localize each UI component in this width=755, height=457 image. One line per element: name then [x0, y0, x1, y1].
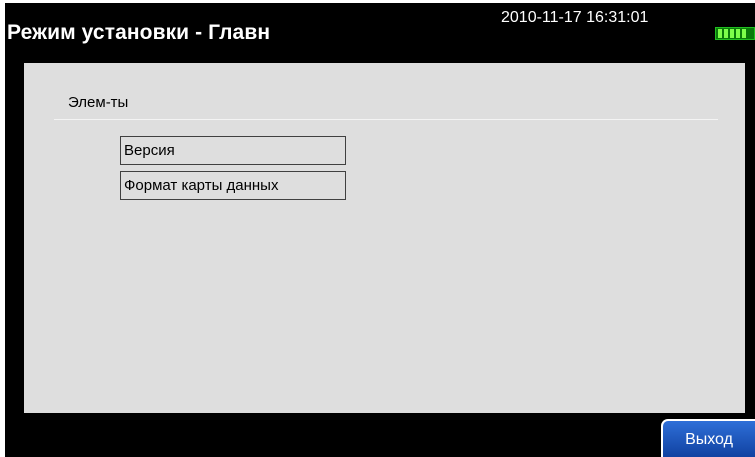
section-divider	[54, 119, 718, 120]
device-screen: Режим установки - Главн 2010-11-17 16:31…	[5, 3, 755, 457]
menu-item-data-card-format[interactable]: Формат карты данных	[120, 171, 346, 200]
page-title: Режим установки - Главн	[7, 21, 271, 44]
menu-item-version[interactable]: Версия	[120, 136, 346, 165]
main-panel: Элем-ты Версия Формат карты данных	[24, 63, 745, 413]
exit-button[interactable]: Выход	[661, 419, 755, 457]
battery-full-icon	[715, 27, 755, 40]
section-label: Элем-ты	[68, 94, 129, 111]
datetime-display: 2010-11-17 16:31:01	[501, 9, 649, 26]
